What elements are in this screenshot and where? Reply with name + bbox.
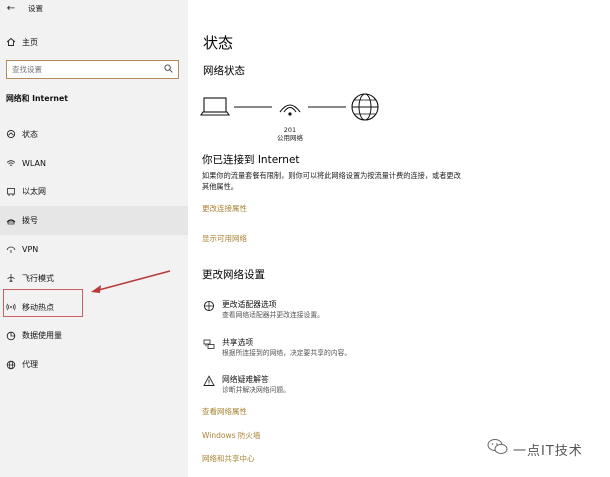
sidebar-item-ethernet[interactable]: 以太网: [0, 178, 188, 207]
vpn-icon: [0, 245, 22, 255]
network-number: 201: [283, 126, 297, 134]
sidebar-item-label: 以太网: [22, 187, 46, 197]
search-box[interactable]: [6, 60, 179, 79]
dialup-icon: [0, 216, 22, 226]
view-network-properties-link[interactable]: 查看网络属性: [202, 406, 247, 417]
option-subtitle: 诊断并解决网络问题。: [222, 386, 290, 394]
sidebar-item-vpn[interactable]: VPN: [0, 235, 188, 264]
sharing-icon: [200, 338, 218, 350]
option-subtitle: 查看网络适配器并更改连接设置。: [222, 311, 324, 319]
sidebar-item-label: 数据使用量: [22, 331, 62, 341]
option-adapter[interactable]: 更改适配器选项 查看网络适配器并更改连接设置。: [200, 299, 324, 320]
sidebar-item-label: 代理: [22, 360, 38, 370]
data-usage-icon: [0, 331, 22, 341]
sidebar-item-label: WLAN: [22, 158, 47, 168]
ethernet-icon: [0, 187, 22, 197]
network-type: 公用网络: [277, 134, 303, 142]
option-sharing[interactable]: 共享选项 根据所连接到的网络，决定要共享的内容。: [200, 337, 351, 358]
search-input[interactable]: [12, 65, 152, 74]
change-connection-properties-link[interactable]: 更改连接属性: [202, 203, 247, 214]
sidebar-item-label: 状态: [22, 129, 38, 139]
sidebar-item-home[interactable]: 主页: [0, 34, 38, 50]
sidebar-nav: 状态 WLAN 以太网 拨号 VPN 飞行模式 移动热点 数据使用量 代理: [0, 120, 188, 379]
search-icon[interactable]: [164, 64, 173, 75]
change-network-settings-title: 更改网络设置: [202, 269, 265, 281]
sidebar-item-data-usage[interactable]: 数据使用量: [0, 322, 188, 351]
option-troubleshoot[interactable]: 网络疑难解答 诊断并解决网络问题。: [200, 374, 290, 395]
sidebar-item-label: VPN: [22, 245, 39, 255]
back-arrow-icon[interactable]: ←: [0, 3, 22, 14]
home-label: 主页: [22, 37, 38, 47]
hotspot-highlight-box: [3, 289, 83, 317]
network-wifi-icon: [279, 104, 301, 116]
computer-icon: [200, 97, 231, 116]
sidebar: ← 设置 主页 网络和 Internet 状态 WLAN: [0, 0, 188, 477]
sidebar-item-label: 拨号: [22, 216, 38, 226]
wifi-icon: [0, 158, 22, 168]
status-icon: [0, 129, 22, 139]
internet-globe-icon: [351, 93, 379, 121]
network-label: 201 公用网络: [277, 126, 303, 142]
sidebar-item-wlan[interactable]: WLAN: [0, 149, 188, 178]
proxy-icon: [0, 360, 22, 370]
wechat-logo-icon: [487, 438, 509, 460]
home-icon: [0, 37, 22, 47]
network-status-title: 网络状态: [203, 65, 245, 77]
network-sharing-center-link[interactable]: 网络和共享中心: [202, 453, 255, 464]
windows-firewall-link[interactable]: Windows 防火墙: [202, 430, 260, 441]
main-content: [188, 0, 610, 477]
option-title: 网络疑难解答: [222, 375, 269, 384]
section-title: 网络和 Internet: [6, 94, 68, 103]
option-subtitle: 根据所连接到的网络，决定要共享的内容。: [222, 349, 352, 357]
sidebar-item-label: 飞行模式: [22, 273, 54, 283]
app-title: 设置: [28, 3, 43, 13]
show-available-networks-link[interactable]: 显示可用网络: [202, 233, 247, 244]
warning-icon: [200, 375, 218, 387]
airplane-icon: [0, 273, 22, 283]
page-title: 状态: [203, 34, 234, 52]
connected-description: 如果你的流量套餐有限制，则你可以将此网络设置为按流量计费的连接，或者更改其他属性…: [202, 171, 461, 191]
sidebar-item-status[interactable]: 状态: [0, 120, 188, 149]
title-bar: ← 设置: [0, 0, 188, 16]
connected-title: 你已连接到 Internet: [202, 154, 300, 166]
sidebar-item-dialup[interactable]: 拨号: [0, 206, 188, 236]
watermark-text: 一点IT技术: [513, 443, 583, 459]
option-title: 共享选项: [222, 338, 254, 347]
sidebar-item-proxy[interactable]: 代理: [0, 350, 188, 379]
adapter-icon: [200, 300, 218, 312]
watermark: 一点IT技术: [487, 438, 583, 460]
option-title: 更改适配器选项: [222, 300, 277, 309]
